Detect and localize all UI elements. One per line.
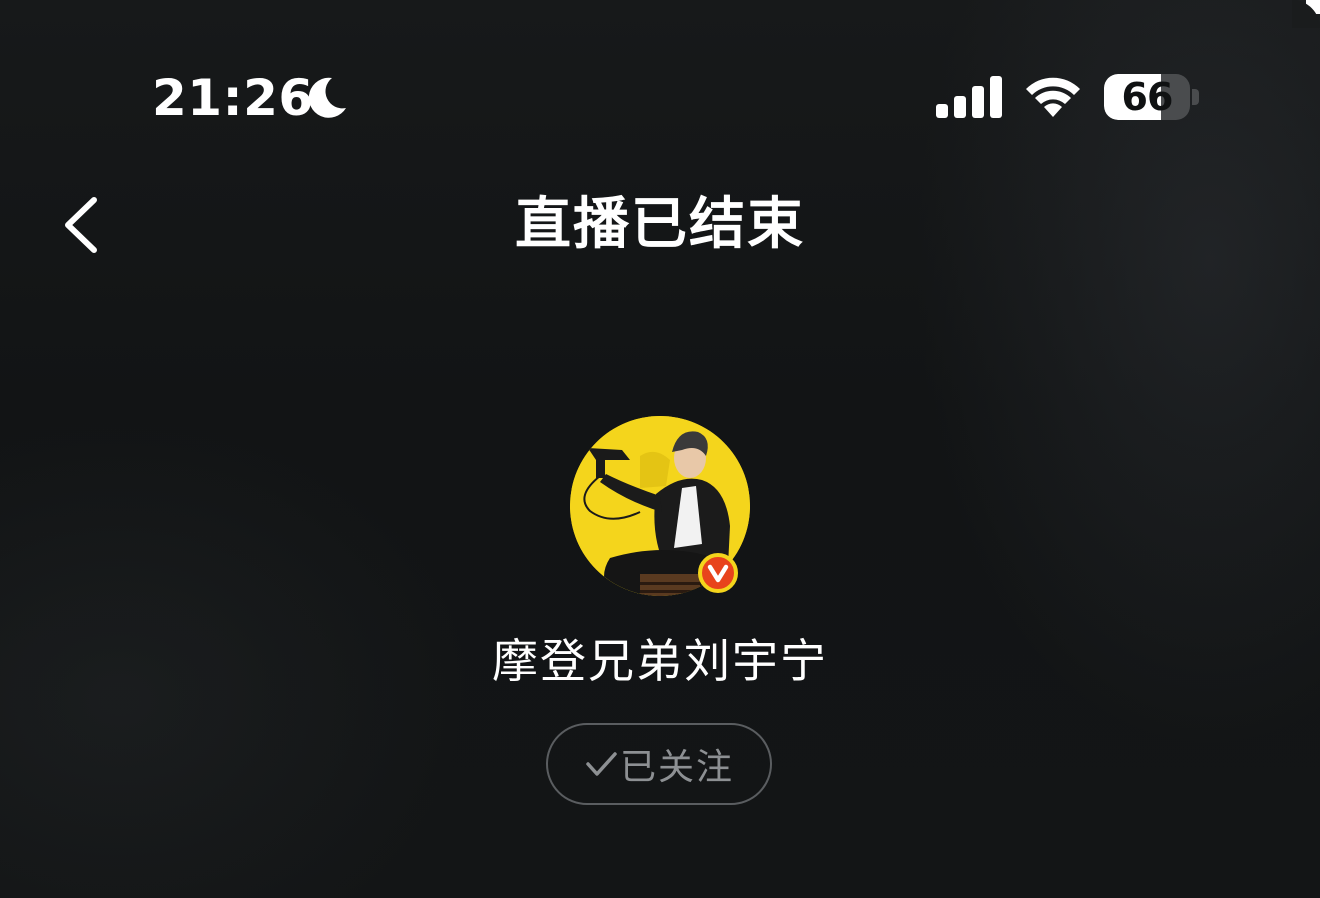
- battery-tip: [1192, 89, 1199, 105]
- wifi-icon: [1026, 77, 1080, 117]
- battery-indicator: 66: [1104, 74, 1190, 120]
- live-ended-screen: 21:26 66 直播已结束 摩登兄弟刘宇宁 已关注: [0, 0, 1320, 898]
- moon-icon: [308, 77, 346, 118]
- check-icon: [586, 752, 617, 776]
- page-title: 直播已结束: [515, 192, 805, 257]
- host-name: 摩登兄弟刘宇宁: [492, 634, 828, 688]
- screen-corner: [1292, 0, 1320, 28]
- follow-label: 已关注: [619, 747, 734, 788]
- status-time: 21:26: [152, 69, 314, 127]
- battery-level-text: 66: [1121, 75, 1174, 119]
- cellular-signal-icon: [936, 76, 1002, 118]
- verified-v-badge-icon: [698, 553, 738, 593]
- followed-button[interactable]: 已关注: [546, 723, 772, 805]
